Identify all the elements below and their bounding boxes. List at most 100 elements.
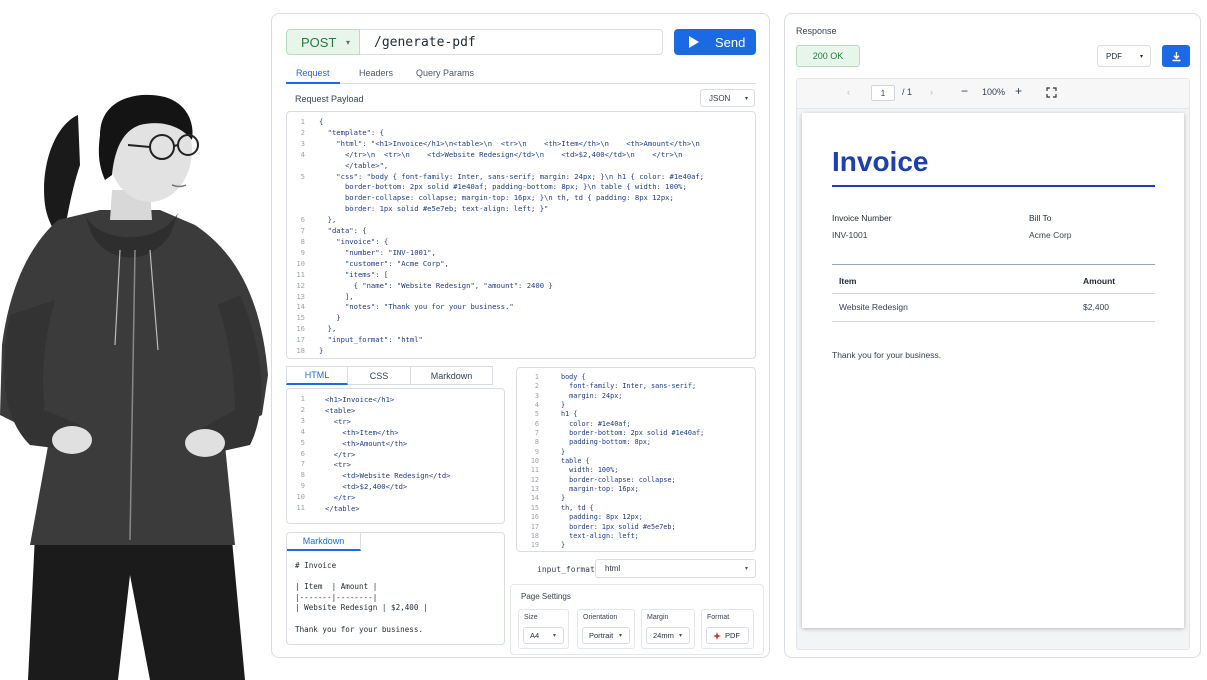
tab-markdown[interactable]: Markdown [411,366,493,385]
code-line: border-collapse: collapse; margin-top: 1… [319,193,674,203]
tab-css[interactable]: CSS [348,366,411,385]
line-number: 17 [530,522,539,531]
orientation-select[interactable]: Portrait ▾ [582,627,630,644]
column-item: Item [839,276,857,286]
code-line: } [561,447,566,456]
line-number: 19 [291,357,305,358]
row-amount: $2,400 [1083,302,1109,312]
code-line: border-collapse: collapse; [561,475,676,484]
code-line: { "name": "Website Redesign", "amount": … [319,280,553,290]
input-format-label: input_format [537,565,595,574]
code-line: }, [319,215,337,225]
tab-request[interactable]: Request [286,68,340,84]
margin-select[interactable]: 24mm ▾ [646,627,690,644]
line-number: 3 [534,391,539,400]
code-line: } [561,494,566,503]
chevron-left-icon[interactable]: ‹ [847,87,850,97]
request-tabs: Request Headers Query Params [286,68,756,84]
code-line: "invoice": { [319,236,389,246]
zoom-in-icon[interactable]: + [1015,84,1022,98]
zoom-out-icon[interactable]: − [961,84,968,98]
chevron-right-icon[interactable]: › [930,87,933,97]
code-line: margin: 24px; [561,391,623,400]
line-numbers: 1234 5 678910111213141516171819 [291,117,305,358]
chevron-down-icon: ▾ [678,633,682,639]
page-number-input[interactable]: 1 [871,85,895,101]
pdf-page: Invoice Invoice Number INV-1001 Bill To … [802,113,1184,628]
code-line: font-family: Inter, sans-serif; [561,382,697,391]
tab-query-params[interactable]: Query Params [416,68,474,78]
code-line: </tr> [325,493,356,503]
code-line: <tr> [325,460,351,470]
line-number: 18 [530,531,539,540]
person-illustration [0,94,268,680]
payload-format-select[interactable]: JSON ▾ [700,89,755,107]
code-line: padding: 8px 12px; [561,513,643,522]
code-line: width: 100%; [561,466,619,475]
orientation-group: Orientation Portrait ▾ [577,609,635,649]
row-item: Website Redesign [839,302,908,312]
line-number: 9 [300,481,305,491]
size-select[interactable]: A4 ▾ [523,627,564,644]
payload-editor[interactable]: 1234 5 678910111213141516171819 { "templ… [286,111,756,359]
input-format-select[interactable]: html ▾ [595,559,756,578]
line-number: 1 [534,373,539,381]
line-number: 4 [534,401,539,410]
line-number: 8 [300,470,305,480]
payload-format-value: JSON [709,93,731,103]
send-button[interactable]: Send [674,29,756,55]
line-number: 3 [300,138,305,148]
line-number: 3 [300,415,305,425]
url-input[interactable]: /generate-pdf [360,29,663,55]
html-editor[interactable]: 1 2 3 4 5 6 7 8 9 10 11 <h1>Invoice</h1> <table> <t… [286,388,505,524]
invoice-number-label: Invoice Number [832,213,892,223]
status-badge: 200 OK [796,45,860,67]
line-number: 17 [296,335,305,345]
send-label: Send [715,34,746,50]
table-top-rule [832,264,1155,265]
payload-code: { "template": { "html": "<h1>Invoice</h1… [319,117,704,357]
code-line: <table> [325,405,356,415]
line-number: 10 [296,492,305,502]
code-line: margin-top: 16px; [561,485,639,494]
fullscreen-icon[interactable] [1046,87,1057,100]
code-line: <th>Amount</th> [325,438,408,448]
tab-headers[interactable]: Headers [359,68,393,78]
line-number: 11 [296,269,305,279]
line-number: 6 [534,419,539,428]
css-code: body { font-family: Inter, sans-serif; m… [561,373,704,551]
line-number: 14 [296,302,305,312]
editor-tabs: HTML CSS Markdown [286,366,493,385]
code-line: ], [319,291,354,301]
chevron-down-icon: ▾ [618,633,622,639]
code-line: "template": { [319,127,384,137]
code-line: table { [561,457,590,466]
download-button[interactable] [1162,45,1190,67]
code-line: </tr> [325,449,356,459]
code-line: border-bottom: 2px solid #1e40af; paddin… [319,182,687,192]
pdf-viewer: ‹ 1 / 1 › − 100% + Invoice Invoice Numbe… [796,78,1190,650]
code-line: "data": { [319,226,367,236]
tab-html[interactable]: HTML [286,366,348,385]
line-number: 2 [300,127,305,137]
line-number: 12 [530,475,539,484]
code-line: "css": "body { font-family: Inter, sans-… [319,171,705,181]
code-line: { [319,117,324,126]
markdown-editor[interactable]: Markdown # Invoice | Item | Amount | |--… [286,532,505,645]
payload-label: Request Payload [295,94,364,104]
pdf-icon [713,631,721,640]
method-select[interactable]: POST ▾ [286,29,360,55]
output-format-select[interactable]: PDF ▾ [1097,45,1151,67]
page-total: / 1 [902,87,913,97]
heading-rule [832,185,1155,187]
line-number: 14 [530,494,539,503]
line-number: 6 [300,448,305,458]
format-select[interactable]: PDF [706,627,749,644]
size-label: Size [524,614,538,621]
bill-to: Acme Corp [1029,230,1072,240]
code-line: padding-bottom: 8px; [561,438,652,447]
tab-markdown-active[interactable]: Markdown [287,533,361,551]
css-editor[interactable]: 1 2 3 4 5 6 7 8 9 10 11 12 13 14 15 16 17 18 19 body { fon… [516,367,756,552]
line-number: 2 [534,382,539,391]
code-line: border: 1px solid #e5e7eb; [561,522,676,531]
